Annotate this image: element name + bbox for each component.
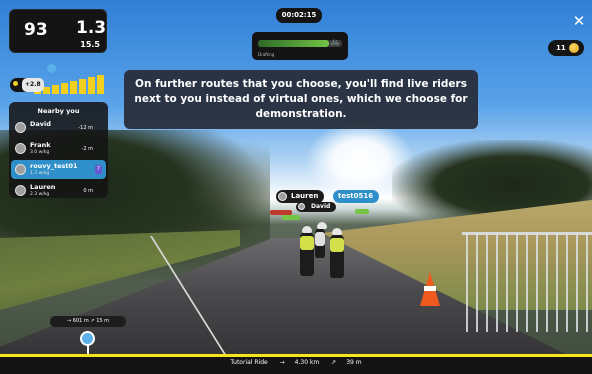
level-badge: 7 xyxy=(95,165,102,174)
avatar-icon xyxy=(15,185,26,196)
route-distance: 4.30 km xyxy=(294,359,320,366)
elevation-icon: ↗ xyxy=(331,359,337,366)
rider-name: David xyxy=(30,120,51,128)
gradient-value: +2.8 xyxy=(22,78,44,92)
position-marker-icon xyxy=(47,64,56,73)
power-stats-panel: 93 1.3 15.5 xyxy=(9,9,107,53)
gradient-pill: +2.8 xyxy=(10,78,44,92)
rider-marker xyxy=(282,215,300,220)
rider-tag-name: David xyxy=(311,203,331,210)
rider-gap: -12 m xyxy=(78,125,93,131)
coin-icon xyxy=(569,43,579,53)
rider-wkg: 3.0 w/kg xyxy=(30,150,50,155)
avatar-icon xyxy=(15,143,26,154)
rider-name: Frank xyxy=(30,141,51,149)
position-pin-icon xyxy=(80,331,95,346)
distance-icon: → xyxy=(279,359,285,366)
power-value: 93 xyxy=(24,20,48,40)
route-footer: Tutorial Ride → 4.30 km ↗ 39 m xyxy=(0,357,592,374)
avatar-icon xyxy=(278,192,287,201)
avatar-icon xyxy=(15,164,26,175)
avatar-icon xyxy=(298,203,305,210)
bike-icon: 🚲 xyxy=(330,37,340,46)
ride-timer: 00:02:15 xyxy=(276,8,322,23)
nearby-rider-row[interactable]: David -12 m xyxy=(11,118,106,137)
info-message: On further routes that you choose, you'l… xyxy=(124,70,478,129)
speed-value: 15.5 xyxy=(80,40,100,49)
cone-stripe xyxy=(424,286,436,291)
drafting-bar-fill xyxy=(258,40,330,47)
gradient-dot-icon xyxy=(13,81,18,86)
wkg-value: 1.3 xyxy=(76,18,107,38)
avatar-icon xyxy=(15,122,26,133)
rider-tag: David xyxy=(296,202,337,212)
rider-wkg: 2.3 w/kg xyxy=(30,192,50,197)
rider-name: Lauren xyxy=(30,183,56,191)
distance-pill: → 601 m ↗ 15 m xyxy=(50,316,126,327)
gradient-meter: +2.8 xyxy=(10,64,108,96)
route-arrow-icon: → xyxy=(66,318,72,324)
drafting-panel: 🚲 Drafting xyxy=(252,32,348,60)
rider-marker xyxy=(355,209,369,214)
coins-badge: 11 xyxy=(548,40,584,56)
route-name: Tutorial Ride xyxy=(230,359,268,366)
ride-screen: 93 1.3 15.5 00:02:15 🚲 Drafting ✕ 11 On … xyxy=(0,0,592,374)
rider-gap: -2 m xyxy=(81,146,93,152)
rider-name: rouvy_test01 xyxy=(30,162,78,170)
elevation-icon: ↗ xyxy=(90,318,95,324)
nearby-riders-panel: Nearby you David -12 m Frank 3.0 w/kg -2… xyxy=(9,102,108,198)
rider-figure xyxy=(315,222,327,258)
rider-tag-name: test0516 xyxy=(338,192,374,200)
remaining-distance: 601 m xyxy=(72,318,89,324)
remaining-elevation: 15 m xyxy=(96,318,110,324)
drafting-label: Drafting xyxy=(258,52,275,57)
rider-figure xyxy=(300,226,314,276)
nearby-rider-row-self[interactable]: rouvy_test01 1.3 w/kg 7 xyxy=(11,160,106,179)
rider-figure xyxy=(330,228,344,278)
rider-tag-self: test0516 xyxy=(333,190,380,203)
nearby-rider-row[interactable]: Frank 3.0 w/kg -2 m xyxy=(11,139,106,158)
rider-tag-name: Lauren xyxy=(291,192,319,200)
crowd-barrier xyxy=(462,232,592,332)
rider-wkg: 1.3 w/kg xyxy=(30,171,50,176)
nearby-title: Nearby you xyxy=(37,107,80,115)
route-elevation: 39 m xyxy=(346,359,362,366)
gradient-bars xyxy=(34,74,110,94)
nearby-rider-row[interactable]: Lauren 2.3 w/kg 0 m xyxy=(11,181,106,200)
close-icon[interactable]: ✕ xyxy=(572,14,586,29)
coin-count: 11 xyxy=(556,44,566,52)
rider-gap: 0 m xyxy=(83,188,93,194)
